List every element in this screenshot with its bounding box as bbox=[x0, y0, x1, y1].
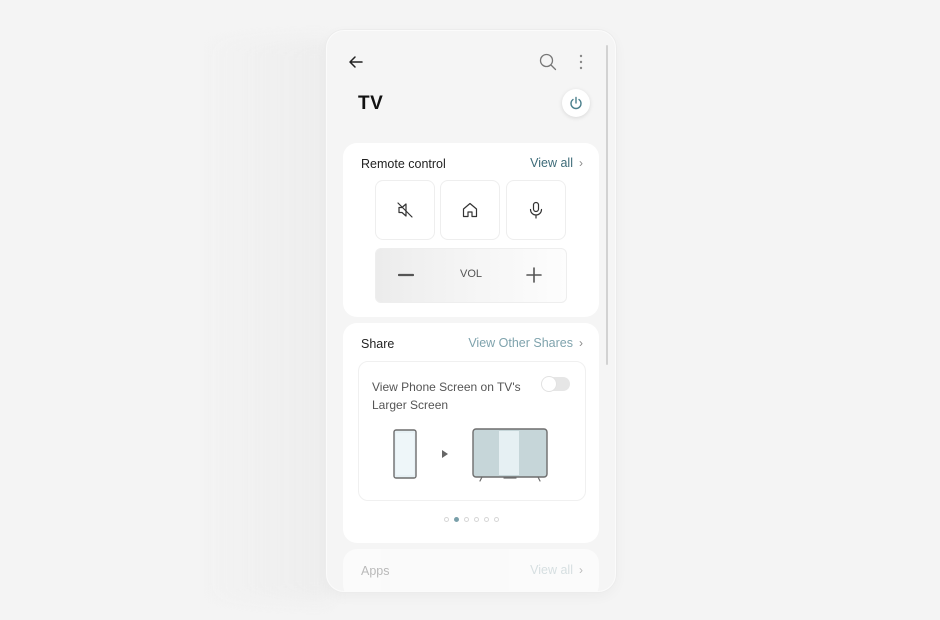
arrow-right-icon bbox=[442, 450, 448, 458]
volume-control: VOL bbox=[375, 248, 567, 303]
microphone-icon bbox=[529, 201, 543, 219]
screen-mirror-toggle[interactable] bbox=[542, 377, 570, 391]
share-title: Share bbox=[361, 337, 395, 351]
arrow-left-icon bbox=[349, 56, 363, 68]
apps-view-all-link[interactable]: View all › bbox=[530, 563, 583, 577]
search-button[interactable] bbox=[537, 51, 559, 73]
pagination-dot[interactable] bbox=[453, 517, 459, 522]
voice-button[interactable] bbox=[506, 180, 566, 240]
remote-control-title: Remote control bbox=[361, 157, 446, 171]
remote-view-all-link[interactable]: View all › bbox=[530, 156, 583, 170]
power-icon bbox=[570, 96, 582, 110]
pagination-dots bbox=[343, 517, 599, 522]
power-button[interactable] bbox=[562, 89, 590, 117]
pagination-dot[interactable] bbox=[483, 517, 489, 522]
view-all-label: View all bbox=[530, 156, 573, 170]
toggle-knob bbox=[542, 377, 556, 391]
mute-button[interactable] bbox=[375, 180, 435, 240]
scrollbar[interactable] bbox=[606, 45, 608, 365]
home-icon bbox=[462, 202, 478, 218]
phone-to-tv-illustration bbox=[393, 428, 548, 482]
tv-illustration bbox=[472, 428, 548, 482]
volume-up-button[interactable] bbox=[516, 261, 552, 289]
remote-control-card: Remote control View all › VOL bbox=[343, 143, 599, 317]
plus-icon bbox=[526, 267, 542, 283]
pagination-dot[interactable] bbox=[463, 517, 469, 522]
chevron-right-icon: › bbox=[579, 563, 583, 577]
pagination-dot[interactable] bbox=[473, 517, 479, 522]
chevron-right-icon: › bbox=[579, 156, 583, 170]
screen-mirror-label: View Phone Screen on TV's Larger Screen bbox=[372, 380, 521, 412]
more-vertical-icon bbox=[579, 54, 583, 70]
search-icon bbox=[539, 53, 557, 71]
phone-screen: TV Remote control View all › VOL Share V… bbox=[326, 30, 616, 592]
pagination-dot[interactable] bbox=[443, 517, 449, 522]
home-button[interactable] bbox=[440, 180, 500, 240]
view-all-label: View all bbox=[530, 563, 573, 577]
apps-card: Apps View all › bbox=[343, 549, 599, 591]
more-options-button[interactable] bbox=[574, 51, 588, 73]
mute-icon bbox=[397, 202, 413, 218]
chevron-right-icon: › bbox=[579, 336, 583, 350]
screen-mirror-item[interactable]: View Phone Screen on TV's Larger Screen bbox=[358, 361, 586, 501]
back-button[interactable] bbox=[347, 51, 365, 73]
view-other-shares-link[interactable]: View Other Shares › bbox=[468, 336, 583, 350]
background-shadow bbox=[200, 40, 330, 600]
pagination-dot[interactable] bbox=[493, 517, 499, 522]
phone-illustration bbox=[393, 429, 417, 479]
share-card: Share View Other Shares › View Phone Scr… bbox=[343, 323, 599, 543]
view-other-shares-label: View Other Shares bbox=[468, 336, 573, 350]
page-title: TV bbox=[358, 93, 384, 114]
apps-title: Apps bbox=[361, 564, 390, 578]
